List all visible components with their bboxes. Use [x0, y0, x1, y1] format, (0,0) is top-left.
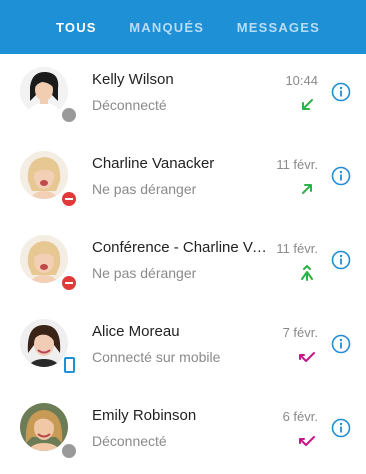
list-item[interactable]: Emily Robinson Déconnecté 6 févr.: [0, 390, 366, 474]
contact-name: Charline Vanacker: [92, 155, 215, 172]
contact-list: Kelly Wilson Déconnecté 10:44 Charline V…: [0, 54, 366, 474]
call-time: 7 févr.: [282, 325, 318, 340]
avatar: [20, 67, 68, 115]
contact-name: Emily Robinson: [92, 407, 197, 424]
avatar: [20, 235, 68, 283]
avatar: [20, 403, 68, 451]
missed-call-icon: [299, 436, 315, 446]
contact-status: Connecté sur mobile: [92, 349, 221, 365]
contact-status: Déconnecté: [92, 433, 167, 449]
offline-status-icon: [60, 106, 78, 124]
list-item[interactable]: Kelly Wilson Déconnecté 10:44: [0, 54, 366, 138]
tab-bar: TOUS MANQUÉS MESSAGES: [0, 0, 366, 54]
outgoing-call-icon: [302, 184, 312, 194]
missed-call-icon: [299, 352, 315, 362]
info-icon[interactable]: [331, 166, 351, 186]
list-item[interactable]: Conférence - Charline Vanacker Ne pas dé…: [0, 222, 366, 306]
contact-status: Ne pas déranger: [92, 181, 197, 197]
tab-messages[interactable]: MESSAGES: [237, 20, 320, 35]
conference-call-icon: [301, 265, 313, 281]
call-time: 10:44: [285, 73, 318, 88]
contact-name: Conférence - Charline Vanacker: [92, 239, 268, 256]
do-not-disturb-icon: [60, 274, 78, 292]
call-time: 11 févr.: [276, 157, 318, 172]
avatar: [20, 319, 68, 367]
call-time: 6 févr.: [282, 409, 318, 424]
tab-all[interactable]: TOUS: [56, 20, 97, 35]
info-icon[interactable]: [331, 250, 351, 270]
info-icon[interactable]: [331, 418, 351, 438]
do-not-disturb-icon: [60, 190, 78, 208]
tab-missed[interactable]: MANQUÉS: [129, 20, 204, 35]
call-time: 11 févr.: [276, 241, 318, 256]
info-icon[interactable]: [331, 334, 351, 354]
contact-status: Déconnecté: [92, 97, 167, 113]
list-item[interactable]: Charline Vanacker Ne pas déranger 11 fév…: [0, 138, 366, 222]
list-item[interactable]: Alice Moreau Connecté sur mobile 7 févr.: [0, 306, 366, 390]
info-icon[interactable]: [331, 82, 351, 102]
avatar: [20, 151, 68, 199]
contact-name: Alice Moreau: [92, 323, 180, 340]
offline-status-icon: [60, 442, 78, 460]
incoming-call-icon: [302, 99, 313, 110]
mobile-status-icon: [64, 357, 75, 373]
contact-name: Kelly Wilson: [92, 71, 174, 88]
contact-status: Ne pas déranger: [92, 265, 197, 281]
